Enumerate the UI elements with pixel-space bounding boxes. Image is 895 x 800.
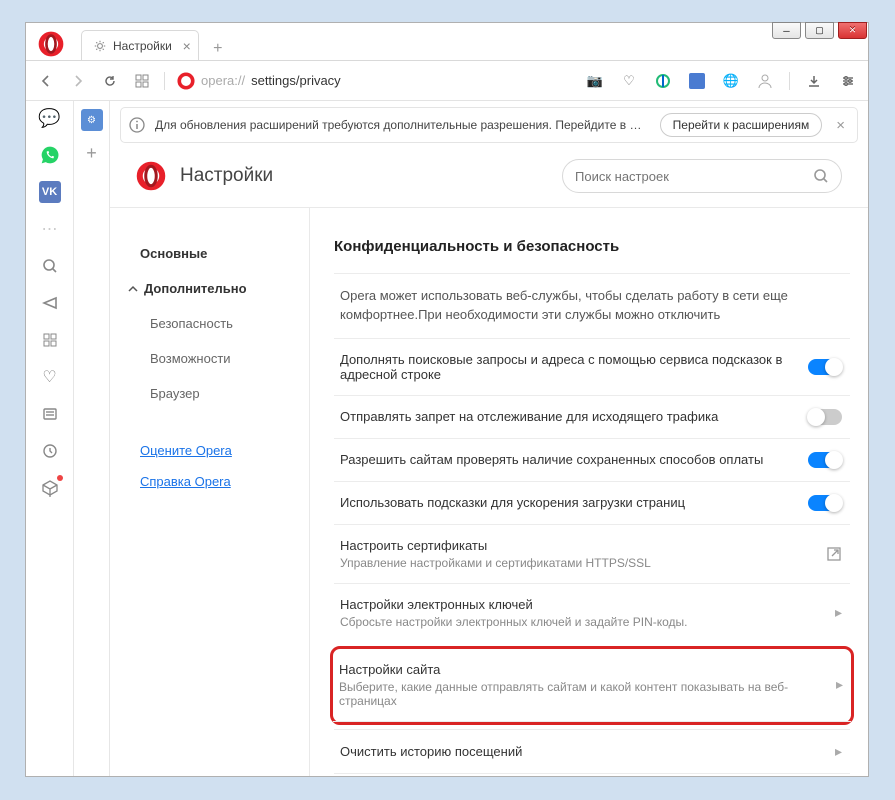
row-subtitle: Выберите, какие данные отправлять сайтам… xyxy=(339,680,822,708)
setting-site-settings[interactable]: Настройки сайта Выберите, какие данные о… xyxy=(333,649,851,722)
add-pinned-button[interactable]: + xyxy=(86,143,97,164)
highlighted-site-settings: Настройки сайта Выберите, какие данные о… xyxy=(330,646,854,725)
setting-clear-history[interactable]: Очистить историю посещений ▸ xyxy=(334,729,850,774)
tab-strip: Настройки × + xyxy=(26,23,868,61)
section-title: Конфиденциальность и безопасность xyxy=(334,238,850,255)
extensions-box-icon[interactable] xyxy=(39,477,61,499)
rate-opera-link[interactable]: Оцените Opera xyxy=(110,435,309,466)
opera-logo-icon xyxy=(136,161,166,191)
settings-header: Настройки xyxy=(110,143,868,207)
search-input[interactable] xyxy=(575,169,805,184)
flow-icon[interactable] xyxy=(39,292,61,314)
news-icon[interactable] xyxy=(39,403,61,425)
profile-icon[interactable] xyxy=(755,71,775,91)
snapshot-icon[interactable]: 📷 xyxy=(585,71,605,91)
setting-certificates[interactable]: Настроить сертификаты Управление настрой… xyxy=(334,524,850,583)
row-title: Очистить историю посещений xyxy=(340,744,821,759)
external-link-icon xyxy=(826,546,842,562)
history-icon[interactable] xyxy=(39,440,61,462)
toggle-autocomplete[interactable] xyxy=(808,359,842,375)
notification-bar: Для обновления расширений требуются допо… xyxy=(120,107,858,143)
browser-sidebar: 💬 VK ⋯ ♡ xyxy=(26,101,74,776)
tab-settings[interactable]: Настройки × xyxy=(81,30,199,60)
translate-icon[interactable] xyxy=(687,71,707,91)
forward-button[interactable] xyxy=(68,71,88,91)
reload-button[interactable] xyxy=(100,71,120,91)
easy-setup-icon[interactable] xyxy=(838,71,858,91)
heart-icon[interactable]: ♡ xyxy=(619,71,639,91)
gear-icon xyxy=(94,40,106,52)
row-title: Настройки сайта xyxy=(339,662,822,677)
window-minimize-button[interactable]: ─ xyxy=(772,22,801,39)
vk-icon[interactable]: VK xyxy=(39,181,61,203)
nav-browser[interactable]: Браузер xyxy=(110,376,309,411)
setting-security-keys[interactable]: Настройки электронных ключей Сбросьте на… xyxy=(334,583,850,642)
notification-text: Для обновления расширений требуются допо… xyxy=(155,118,650,132)
chevron-right-icon: ▸ xyxy=(835,604,842,621)
downloads-icon[interactable] xyxy=(804,71,824,91)
toggle-payment-check[interactable] xyxy=(808,452,842,468)
row-title: Настроить сертификаты xyxy=(340,538,812,553)
address-bar: opera://settings/privacy 📷 ♡ 🌐 xyxy=(26,61,868,101)
setting-payment-check: Разрешить сайтам проверять наличие сохра… xyxy=(334,438,850,481)
workspaces-icon[interactable] xyxy=(39,329,61,351)
opera-logo-icon xyxy=(38,31,64,57)
settings-nav: Основные Дополнительно Безопасность Возм… xyxy=(110,208,310,776)
help-link[interactable]: Справка Opera xyxy=(110,466,309,497)
new-tab-button[interactable]: + xyxy=(207,38,229,60)
nav-advanced[interactable]: Дополнительно xyxy=(110,271,309,306)
whatsapp-icon[interactable] xyxy=(39,144,61,166)
chevron-up-icon xyxy=(128,284,138,294)
globe-icon[interactable]: 🌐 xyxy=(721,71,741,91)
setting-preload: Использовать подсказки для ускорения заг… xyxy=(334,481,850,524)
dismiss-notification-icon[interactable]: × xyxy=(832,117,849,134)
setting-autocomplete: Дополнять поисковые запросы и адреса с п… xyxy=(334,338,850,395)
chevron-right-icon: ▸ xyxy=(836,676,843,693)
settings-search[interactable] xyxy=(562,159,842,193)
address-display[interactable]: opera://settings/privacy xyxy=(177,72,341,90)
nav-features[interactable]: Возможности xyxy=(110,341,309,376)
row-subtitle: Управление настройками и сертификатами H… xyxy=(340,556,812,570)
row-title: Настройки электронных ключей xyxy=(340,597,821,612)
pinned-page-icon[interactable]: ⚙ xyxy=(81,109,103,131)
nav-security[interactable]: Безопасность xyxy=(110,306,309,341)
tab-sidebar: ⚙ + xyxy=(74,101,110,776)
toggle-do-not-track[interactable] xyxy=(808,409,842,425)
tab-label: Настройки xyxy=(113,39,172,53)
search-icon xyxy=(813,168,829,184)
info-icon xyxy=(129,117,145,133)
window-close-button[interactable]: ✕ xyxy=(838,22,867,39)
nav-basic[interactable]: Основные xyxy=(110,236,309,271)
bookmarks-heart-icon[interactable]: ♡ xyxy=(39,366,61,388)
shield-icon[interactable] xyxy=(653,71,673,91)
page-title: Настройки xyxy=(180,165,548,187)
opera-logo-icon xyxy=(177,72,195,90)
sidebar-search-icon[interactable] xyxy=(39,255,61,277)
settings-panel: Конфиденциальность и безопасность Opera … xyxy=(310,208,868,776)
messenger-icon[interactable]: 💬 xyxy=(39,107,61,129)
row-subtitle: Сбросьте настройки электронных ключей и … xyxy=(340,615,821,629)
go-to-extensions-button[interactable]: Перейти к расширениям xyxy=(660,113,823,137)
back-button[interactable] xyxy=(36,71,56,91)
speed-dial-button[interactable] xyxy=(132,71,152,91)
toggle-preload[interactable] xyxy=(808,495,842,511)
setting-do-not-track: Отправлять запрет на отслеживание для ис… xyxy=(334,395,850,438)
close-tab-icon[interactable]: × xyxy=(183,38,191,54)
window-maximize-button[interactable]: ▢ xyxy=(805,22,834,39)
section-intro: Opera может использовать веб-службы, что… xyxy=(334,273,850,338)
chevron-right-icon: ▸ xyxy=(835,743,842,760)
